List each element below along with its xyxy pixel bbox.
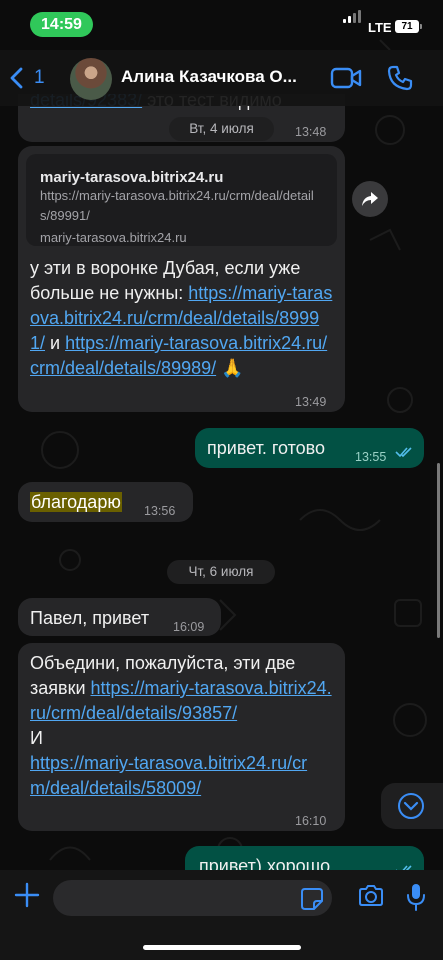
video-call-icon[interactable]: [330, 66, 362, 90]
message-time: 13:55: [355, 450, 387, 464]
message-text: Павел, привет: [30, 608, 150, 628]
forward-icon: [362, 192, 378, 206]
forward-button[interactable]: [352, 181, 388, 217]
message-text-and: И: [30, 728, 43, 748]
scrollbar[interactable]: [437, 463, 440, 638]
message-time: 13:49: [295, 395, 327, 409]
mic-icon[interactable]: [405, 882, 427, 912]
phone-icon[interactable]: [386, 64, 414, 92]
header-bar: 1 Алина Казачкова О...: [0, 50, 443, 106]
pray-emoji: 🙏: [216, 358, 244, 378]
date-separator: Вт, 4 июля: [169, 117, 274, 141]
chevron-down-icon: [398, 793, 424, 819]
message-time: 13:56: [144, 504, 176, 518]
sticker-icon[interactable]: [300, 887, 324, 911]
date-separator: Чт, 6 июля: [167, 560, 275, 584]
message-bubble-incoming[interactable]: mariy-tarasova.bitrix24.ru https://mariy…: [18, 146, 345, 412]
message-text: благодарю: [30, 492, 122, 512]
preview-domain: mariy-tarasova.bitrix24.ru: [40, 230, 187, 245]
message-text-and: и: [45, 333, 66, 353]
back-chevron-icon: [10, 67, 23, 89]
message-bubble-incoming[interactable]: Павел, привет 16:09: [18, 598, 221, 636]
plus-icon[interactable]: [14, 882, 40, 908]
avatar[interactable]: [70, 58, 112, 100]
message-time: 16:09: [173, 620, 205, 634]
message-time: 16:10: [295, 814, 327, 828]
message-link[interactable]: https://mariy-tarasova.bitrix24.ru/crm/d…: [30, 333, 327, 378]
message-time: 13:48: [295, 125, 327, 139]
scroll-to-bottom-button[interactable]: [381, 783, 443, 829]
message-input[interactable]: [53, 880, 332, 916]
message-bubble-incoming[interactable]: Объедини, пожалуйста, эти две заявки htt…: [18, 643, 345, 831]
message-link[interactable]: https://mariy-tarasova.bitrix24.ru/crm/d…: [30, 753, 307, 798]
status-time: 14:59: [30, 12, 93, 37]
battery-icon: 71: [395, 20, 422, 33]
message-bubble-incoming[interactable]: благодарю 13:56: [18, 482, 193, 522]
camera-icon[interactable]: [357, 884, 385, 908]
status-bar: 14:59 LTE 71: [0, 0, 443, 50]
preview-url: https://mariy-tarasova.bitrix24.ru/crm/d…: [40, 188, 314, 223]
message-text: привет. готово: [207, 438, 326, 458]
unread-count: 1: [34, 67, 45, 88]
home-indicator: [143, 945, 301, 950]
link-preview[interactable]: mariy-tarasova.bitrix24.ru https://mariy…: [26, 154, 337, 246]
contact-name[interactable]: Алина Казачкова О...: [121, 67, 319, 87]
read-checks-icon: [395, 447, 412, 458]
battery-level: 71: [401, 21, 413, 32]
message-bubble-outgoing[interactable]: привет. готово 13:55: [195, 428, 424, 468]
network-type: LTE: [368, 20, 392, 35]
